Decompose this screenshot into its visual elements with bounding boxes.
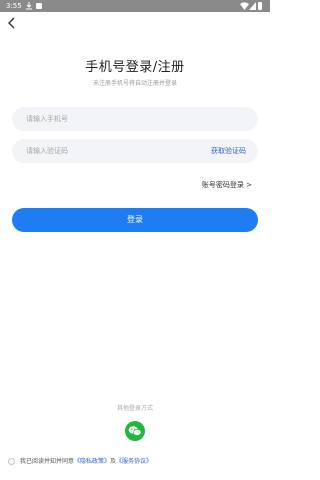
password-login-link[interactable]: 账号密码登录 > bbox=[202, 180, 252, 190]
login-button[interactable]: 登录 bbox=[12, 208, 258, 232]
phone-input[interactable] bbox=[26, 107, 196, 131]
other-login-label: 其他登录方式 bbox=[116, 405, 153, 412]
wechat-icon bbox=[128, 426, 142, 436]
get-code-button[interactable]: 获取验证码 bbox=[211, 139, 246, 163]
status-time: 3:55 bbox=[6, 2, 22, 10]
agreement-prefix: 我已阅读并知并同意 bbox=[20, 458, 75, 465]
wifi-icon bbox=[240, 2, 249, 10]
agreement-row: 我已阅读并知并同意《隐私政策》及《服务协议》 bbox=[8, 457, 268, 467]
image-icon bbox=[36, 3, 42, 9]
privacy-policy-link[interactable]: 《隐私政策》 bbox=[74, 458, 110, 465]
wechat-login-button[interactable] bbox=[125, 421, 145, 441]
back-arrow-icon[interactable] bbox=[6, 16, 18, 30]
service-agreement-link[interactable]: 《服务协议》 bbox=[116, 458, 152, 465]
agreement-text: 我已阅读并知并同意《隐私政策》及《服务协议》 bbox=[20, 457, 152, 467]
signal-icon bbox=[249, 2, 256, 10]
phone-field bbox=[12, 107, 258, 131]
page-title: 手机号登录/注册 bbox=[85, 60, 185, 75]
download-icon bbox=[26, 2, 32, 10]
battery-icon bbox=[258, 2, 262, 10]
status-bar: 3:55 bbox=[0, 0, 270, 12]
agree-checkbox[interactable] bbox=[8, 458, 15, 465]
code-input[interactable] bbox=[26, 139, 196, 163]
code-field: 获取验证码 bbox=[12, 139, 258, 163]
page-subtitle: 未注册手机号将自动注册并登录 bbox=[92, 80, 177, 87]
